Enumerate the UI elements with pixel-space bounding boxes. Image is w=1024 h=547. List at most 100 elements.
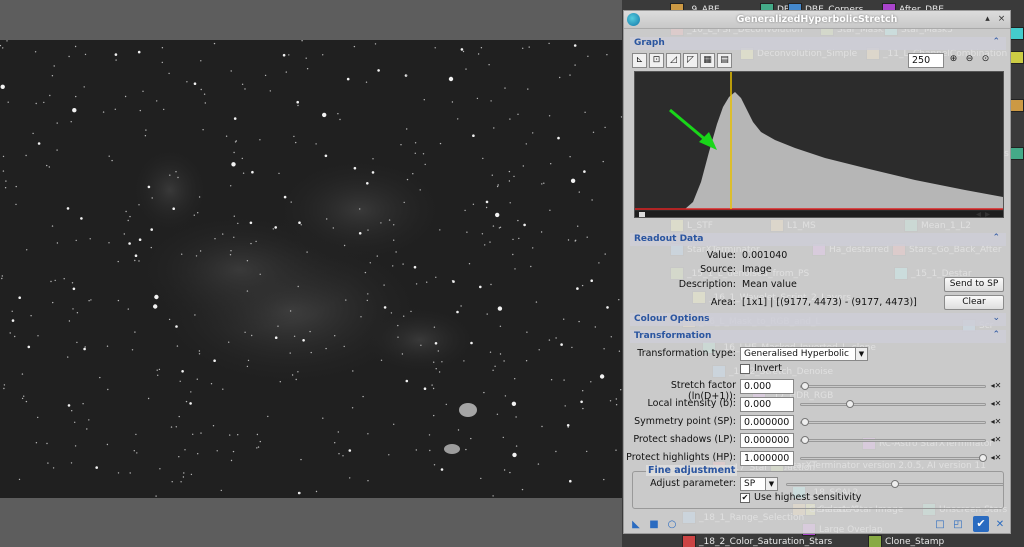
chevron-down-icon: ▼: [765, 478, 777, 490]
param-label: Local intensity (b):: [647, 398, 737, 409]
desktop-icon-item[interactable]: Cre: [1010, 98, 1024, 113]
dialog-titlebar[interactable]: GeneralizedHyperbolicStretch ▴ ×: [624, 11, 1010, 29]
zoom-reset-icon[interactable]: ⊙: [978, 53, 993, 68]
description-readout: Mean value: [742, 279, 797, 290]
desktop-icon-label: _18_2_Color_Saturation_Stars: [699, 536, 833, 547]
image-workspace: [0, 0, 622, 547]
process-icon: [1010, 99, 1024, 112]
zoom-fit-icon[interactable]: ⊡: [649, 53, 664, 68]
param-value-input[interactable]: 0.000: [740, 397, 794, 412]
param-slider-knob[interactable]: [801, 436, 809, 444]
param-value-input[interactable]: 0.000000: [740, 415, 794, 430]
description-label: Description:: [678, 279, 736, 290]
invert-label: Invert: [754, 363, 782, 374]
param-slider-knob[interactable]: [801, 382, 809, 390]
collapse-icon[interactable]: ⌃: [992, 37, 1000, 47]
fine-adjust-slider[interactable]: [786, 480, 1004, 488]
chevron-down-icon: ▼: [855, 348, 867, 360]
reset-param-icon[interactable]: ◂✕: [990, 399, 1002, 409]
close-button[interactable]: ×: [996, 14, 1007, 25]
transformation-type-value: Generalised Hyperbolic: [744, 349, 849, 359]
fine-adjust-knob[interactable]: [891, 480, 899, 488]
desktop-icon-item[interactable]: Mo: [1010, 146, 1024, 161]
param-slider-knob[interactable]: [801, 418, 809, 426]
desktop-icon-item[interactable]: Clone_Stamp: [868, 534, 944, 547]
fine-adjustment-label: Fine adjustment: [646, 465, 738, 476]
param-label: Protect shadows (LP):: [633, 434, 736, 445]
clear-button[interactable]: Clear: [944, 295, 1004, 310]
astro-image-view[interactable]: [0, 40, 622, 498]
expand-icon[interactable]: ⌄: [992, 313, 1000, 323]
graph-section-header[interactable]: Graph ⌃: [630, 37, 1006, 50]
param-label: Symmetry point (SP):: [634, 416, 736, 427]
adjust-parameter-value: SP: [744, 479, 756, 489]
histogram-icon[interactable]: ▤: [717, 53, 732, 68]
zoom-out-icon[interactable]: ⊖: [962, 53, 977, 68]
nebula-starfield: [0, 40, 622, 498]
execute-check-icon[interactable]: ✔: [973, 516, 989, 532]
param-slider[interactable]: [800, 436, 986, 444]
process-icon: [868, 535, 882, 547]
process-icon: [1010, 147, 1024, 160]
send-to-sp-button[interactable]: Send to SP: [944, 277, 1004, 292]
collapse-icon[interactable]: ⌃: [992, 330, 1000, 340]
shade-icon[interactable]: ▴: [982, 14, 993, 25]
transformation-section-header[interactable]: Transformation ⌃: [630, 330, 1006, 343]
process-icon: [1010, 51, 1024, 64]
area-readout: [1x1] | [(9177, 4473) - (9177, 4473)]: [742, 297, 917, 308]
adjust-parameter-label: Adjust parameter:: [650, 478, 736, 489]
reset-param-icon[interactable]: ◂✕: [990, 381, 1002, 391]
real-time-preview-icon[interactable]: ○: [666, 519, 678, 531]
param-slider[interactable]: [800, 454, 987, 462]
param-slider-knob[interactable]: [979, 454, 987, 462]
transformation-section-label: Transformation: [634, 331, 712, 341]
param-slider-knob[interactable]: [846, 400, 854, 408]
param-slider[interactable]: [800, 418, 986, 426]
param-slider[interactable]: [800, 382, 986, 390]
new-instance-icon[interactable]: ◣: [630, 519, 642, 531]
apply-global-icon[interactable]: ■: [648, 519, 660, 531]
reset-param-icon[interactable]: ◂✕: [990, 417, 1002, 427]
param-slider[interactable]: [800, 400, 986, 408]
desktop-icon-item[interactable]: lin: [1010, 50, 1024, 65]
invert-checkbox[interactable]: [740, 364, 750, 374]
param-label: Protect highlights (HP):: [626, 452, 736, 463]
desktop-icon-label: Clone_Stamp: [885, 536, 945, 547]
source-readout: Image: [742, 264, 772, 275]
reset-icon[interactable]: ✕: [994, 519, 1006, 531]
histogram-graph[interactable]: [634, 71, 1004, 218]
graph-scroll-left[interactable]: [639, 212, 645, 217]
sensitivity-checkbox[interactable]: ✔: [740, 493, 750, 503]
adjust-parameter-select[interactable]: SP ▼: [740, 477, 778, 491]
collapse-icon[interactable]: ⌃: [992, 233, 1000, 243]
sensitivity-label: Use highest sensitivity: [754, 492, 862, 503]
transformation-type-select[interactable]: Generalised Hyperbolic ▼: [740, 347, 868, 361]
zoom-in-icon[interactable]: ⊕: [946, 53, 961, 68]
transformation-type-label: Transformation type:: [637, 348, 736, 359]
source-label: Source:: [700, 264, 736, 275]
zoom-level-input[interactable]: 250: [908, 53, 944, 68]
reset-param-icon[interactable]: ◂✕: [990, 435, 1002, 445]
workspace-top-margin: [0, 0, 622, 40]
readout-section-header[interactable]: Readout Data ⌃: [630, 233, 1006, 246]
param-value-input[interactable]: 0.000000: [740, 433, 794, 448]
fine-adjustment-group: [632, 471, 1004, 509]
ghs-dialog: GeneralizedHyperbolicStretch ▴ × Graph ⌃…: [623, 10, 1011, 534]
desktop-icon-item[interactable]: _18_2_Color_Saturation_Stars: [682, 534, 832, 547]
reset-param-icon[interactable]: ◂✕: [990, 453, 1002, 463]
colour-section-header[interactable]: Colour Options ⌄: [630, 313, 1006, 326]
new-document-icon[interactable]: ◰: [952, 519, 964, 531]
area-label: Area:: [710, 297, 736, 308]
value-label: Value:: [706, 250, 736, 261]
param-value-input[interactable]: 0.000: [740, 379, 794, 394]
curve-icon[interactable]: ◸: [683, 53, 698, 68]
param-value-input[interactable]: 1.000000: [740, 451, 794, 466]
documentation-icon[interactable]: □: [934, 519, 946, 531]
desktop-icon-item[interactable]: Mo: [1010, 26, 1024, 41]
grid-icon[interactable]: ▦: [700, 53, 715, 68]
log-graph-icon[interactable]: ◿: [666, 53, 681, 68]
histogram-plot: [635, 72, 1003, 217]
readout-section-label: Readout Data: [634, 234, 704, 244]
linear-graph-icon[interactable]: ⊾: [632, 53, 647, 68]
value-readout: 0.001040: [742, 250, 788, 261]
